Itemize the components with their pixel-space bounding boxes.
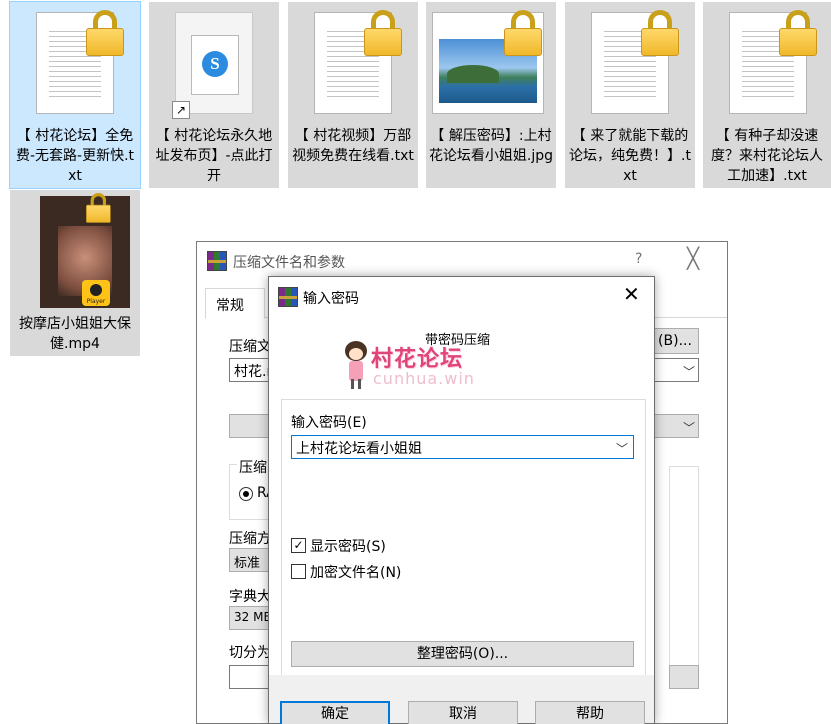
cancel-button[interactable]: 取消 [408,701,518,724]
encrypt-filenames-checkbox[interactable] [291,564,306,579]
file-caption: 【 来了就能下载的论坛，纯免费！】.txt [569,128,691,184]
password-label: 输入密码(E) [291,415,367,431]
password-dialog: 输入密码 ✕ 带密码压缩 村花论坛 cunhua.win 输入密码(E) 上村花… [268,276,655,724]
dialog-title: 输入密码 [303,291,359,307]
file-caption: 按摩店小姐姐大保健.mp4 [19,316,131,352]
chevron-down-icon[interactable]: ﹀ [616,440,628,457]
cartoon-girl-icon [343,341,369,389]
shortcut-arrow-icon: ↗ [172,101,190,119]
file-caption: 【 村花论坛永久地址发布页】-点此打开 [155,128,273,184]
file-caption: 【 村花视频】万部视频免费在线看.txt [292,128,414,164]
video-player-icon: Player [82,280,110,306]
split-label: 切分为 [229,645,271,661]
file-tile-shortcut[interactable]: S ↗ 【 村花论坛永久地址发布页】-点此打开 [149,2,279,188]
format-group-label: 压缩 [237,457,269,477]
tab-general[interactable]: 常规 [205,288,265,319]
winrar-icon [207,251,227,271]
desktop: 【 村花论坛】全免费-无套路-更新快.txt S ↗ 【 村花论坛永久地址发布页… [0,0,831,724]
close-icon[interactable]: ╳ [687,246,699,270]
sogou-logo-icon: S [202,51,228,77]
browse-button[interactable]: (B)... [651,328,699,354]
padlock-icon [641,10,679,56]
file-tile-mp4[interactable]: Player 按摩店小姐姐大保健.mp4 [10,190,140,356]
dialog-footer: 确定 取消 帮助 [269,675,654,724]
ok-button[interactable]: 确定 [280,701,390,724]
password-section: 输入密码(E) 上村花论坛看小姐姐 ﹀ ✓ 显示密码(S) 加密文件名(N) 整… [281,399,646,699]
help-icon[interactable]: ? [635,251,642,267]
help-button[interactable]: 帮助 [535,701,645,724]
watermark-url: cunhua.win [373,369,475,388]
right-button-stub[interactable] [669,665,699,689]
file-caption: 【 有种子却没速度？来村花论坛人工加速】.txt [711,128,823,184]
file-caption: 【 解压密码】:上村花论坛看小姐姐.jpg [428,128,554,164]
file-tile-password-jpg[interactable]: 【 解压密码】:上村花论坛看小姐姐.jpg [426,2,556,188]
show-password-checkbox[interactable]: ✓ [291,538,306,553]
options-groupbox [669,466,699,676]
image-file-icon [432,10,544,114]
show-password-label: 显示密码(S) [310,539,386,555]
dialog-titlebar: 压缩文件名和参数 ? ╳ [197,242,727,278]
archive-name-label: 压缩文 [229,339,271,355]
format-rar-radio[interactable] [239,487,253,501]
file-tile-download-txt[interactable]: 【 来了就能下载的论坛，纯免费！】.txt [565,2,695,188]
winrar-icon [278,287,298,307]
text-document-icon [591,10,679,114]
padlock-icon [504,10,542,56]
file-caption: 【 村花论坛】全免费-无套路-更新快.txt [15,128,135,184]
padlock-icon [364,10,402,56]
encrypt-filenames-label: 加密文件名(N) [310,565,402,581]
text-document-icon [729,10,817,114]
method-label: 压缩方 [229,531,271,547]
dialog-body: 带密码压缩 村花论坛 cunhua.win 输入密码(E) 上村花论坛看小姐姐 … [269,315,654,723]
chevron-down-icon[interactable]: ﹀ [683,419,695,436]
padlock-icon [86,10,124,56]
file-tile-speed-txt[interactable]: 【 有种子却没速度？来村花论坛人工加速】.txt [703,2,831,188]
file-tile-video-txt[interactable]: 【 村花视频】万部视频免费在线看.txt [288,2,418,188]
text-document-icon [314,10,402,114]
padlock-icon [779,10,817,56]
file-tile-free-txt[interactable]: 【 村花论坛】全免费-无套路-更新快.txt [9,1,141,189]
chevron-down-icon[interactable]: ﹀ [683,363,695,380]
text-document-icon [36,10,124,114]
dialog-titlebar: 输入密码 ✕ [269,277,654,315]
password-input[interactable]: 上村花论坛看小姐姐 [291,435,634,459]
close-icon[interactable]: ✕ [623,282,640,306]
dictionary-label: 字典大 [229,589,271,605]
padlock-icon [86,193,111,223]
shortcut-file-icon: S ↗ [172,12,253,119]
dialog-title: 压缩文件名和参数 [233,255,345,271]
organize-passwords-button[interactable]: 整理密码(O)... [291,641,634,667]
